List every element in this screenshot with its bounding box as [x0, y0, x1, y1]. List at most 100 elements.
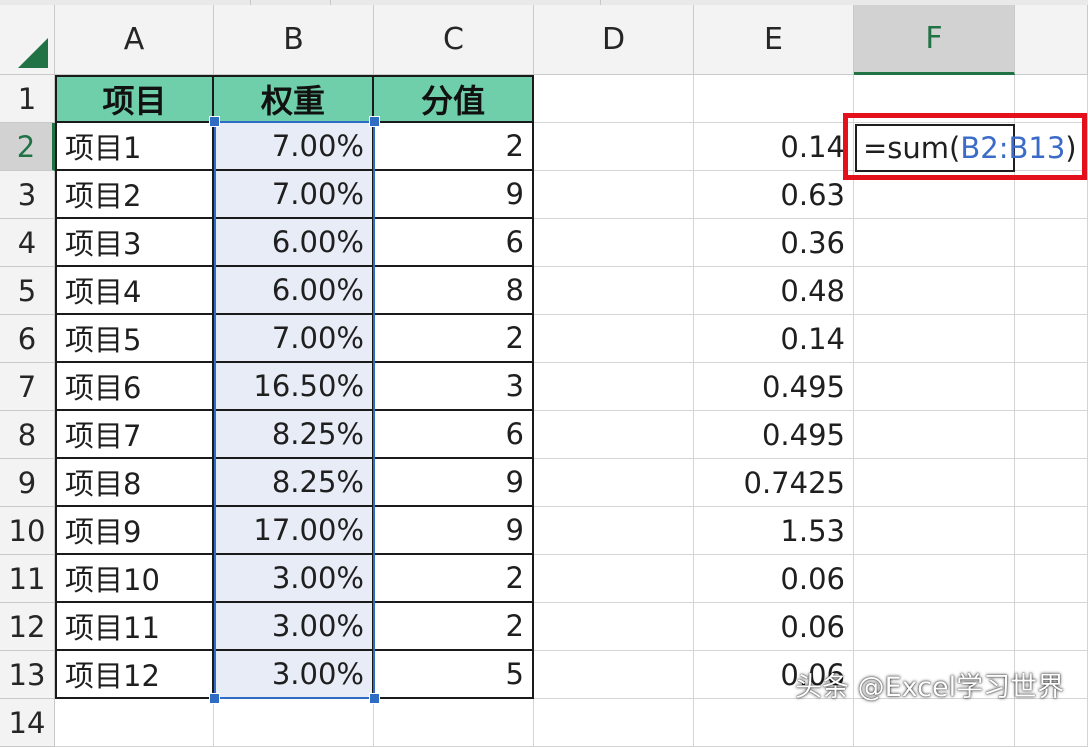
cell-b9[interactable]: 8.25% [214, 459, 374, 507]
cell-d8[interactable] [534, 411, 694, 459]
cell-f14[interactable] [854, 699, 1015, 747]
cell-b4[interactable]: 6.00% [214, 219, 374, 267]
cell-d3[interactable] [534, 171, 694, 219]
column-header-g[interactable] [1015, 5, 1088, 75]
cell-f3[interactable] [854, 171, 1015, 219]
cell-d7[interactable] [534, 363, 694, 411]
cell-e1[interactable] [694, 75, 854, 123]
cell-g3[interactable] [1015, 171, 1088, 219]
cell-d2[interactable] [534, 123, 694, 171]
cell-a12[interactable]: 项目11 [55, 603, 214, 651]
column-header-c[interactable]: C [374, 5, 534, 75]
row-header-4[interactable]: 4 [0, 219, 55, 267]
column-header-f[interactable]: F [854, 5, 1015, 75]
cell-c3[interactable]: 9 [374, 171, 534, 219]
cell-c13[interactable]: 5 [374, 651, 534, 699]
column-header-a[interactable]: A [55, 5, 214, 75]
cell-e8[interactable]: 0.495 [694, 411, 854, 459]
cell-d13[interactable] [534, 651, 694, 699]
cell-b14[interactable] [214, 699, 374, 747]
cell-a10[interactable]: 项目9 [55, 507, 214, 555]
cell-a2[interactable]: 项目1 [55, 123, 214, 171]
cell-c7[interactable]: 3 [374, 363, 534, 411]
row-header-11[interactable]: 11 [0, 555, 55, 603]
cell-g11[interactable] [1015, 555, 1088, 603]
cell-f11[interactable] [854, 555, 1015, 603]
header-cell-c1[interactable]: 分值 [374, 75, 534, 123]
cell-d9[interactable] [534, 459, 694, 507]
header-cell-a1[interactable]: 项目 [55, 75, 214, 123]
selection-handle-bottom-right[interactable] [369, 693, 380, 704]
cell-g9[interactable] [1015, 459, 1088, 507]
cell-b12[interactable]: 3.00% [214, 603, 374, 651]
cell-f7[interactable] [854, 363, 1015, 411]
cell-d10[interactable] [534, 507, 694, 555]
cell-c11[interactable]: 2 [374, 555, 534, 603]
column-header-e[interactable]: E [694, 5, 854, 75]
cell-b6[interactable]: 7.00% [214, 315, 374, 363]
cell-f4[interactable] [854, 219, 1015, 267]
cell-e12[interactable]: 0.06 [694, 603, 854, 651]
header-cell-b1[interactable]: 权重 [214, 75, 374, 123]
cell-g10[interactable] [1015, 507, 1088, 555]
selection-handle-top-left[interactable] [209, 116, 220, 127]
cell-c6[interactable]: 2 [374, 315, 534, 363]
cell-a13[interactable]: 项目12 [55, 651, 214, 699]
select-all-button[interactable] [0, 5, 55, 75]
cell-e5[interactable]: 0.48 [694, 267, 854, 315]
cell-d14[interactable] [534, 699, 694, 747]
cell-a7[interactable]: 项目6 [55, 363, 214, 411]
cell-e4[interactable]: 0.36 [694, 219, 854, 267]
cell-g1[interactable] [1015, 75, 1088, 123]
row-header-14[interactable]: 14 [0, 699, 55, 747]
row-header-6[interactable]: 6 [0, 315, 55, 363]
cell-a6[interactable]: 项目5 [55, 315, 214, 363]
cell-b3[interactable]: 7.00% [214, 171, 374, 219]
row-header-5[interactable]: 5 [0, 267, 55, 315]
row-header-8[interactable]: 8 [0, 411, 55, 459]
cell-d6[interactable] [534, 315, 694, 363]
cell-c4[interactable]: 6 [374, 219, 534, 267]
cell-d12[interactable] [534, 603, 694, 651]
cell-a4[interactable]: 项目3 [55, 219, 214, 267]
cell-f9[interactable] [854, 459, 1015, 507]
cell-e11[interactable]: 0.06 [694, 555, 854, 603]
row-header-7[interactable]: 7 [0, 363, 55, 411]
cell-d1[interactable] [534, 75, 694, 123]
cell-c8[interactable]: 6 [374, 411, 534, 459]
cell-f12[interactable] [854, 603, 1015, 651]
cell-a14[interactable] [55, 699, 214, 747]
cell-g7[interactable] [1015, 363, 1088, 411]
cell-f5[interactable] [854, 267, 1015, 315]
cell-b10[interactable]: 17.00% [214, 507, 374, 555]
cell-g14[interactable] [1015, 699, 1088, 747]
column-header-d[interactable]: D [534, 5, 694, 75]
cell-a3[interactable]: 项目2 [55, 171, 214, 219]
cell-a11[interactable]: 项目10 [55, 555, 214, 603]
row-header-1[interactable]: 1 [0, 75, 55, 123]
cell-g4[interactable] [1015, 219, 1088, 267]
cell-b5[interactable]: 6.00% [214, 267, 374, 315]
cell-f10[interactable] [854, 507, 1015, 555]
cell-b7[interactable]: 16.50% [214, 363, 374, 411]
row-header-13[interactable]: 13 [0, 651, 55, 699]
cell-e9[interactable]: 0.7425 [694, 459, 854, 507]
row-header-9[interactable]: 9 [0, 459, 55, 507]
cell-d11[interactable] [534, 555, 694, 603]
cell-e7[interactable]: 0.495 [694, 363, 854, 411]
cell-c10[interactable]: 9 [374, 507, 534, 555]
cell-b2[interactable]: 7.00% [214, 123, 374, 171]
cell-c12[interactable]: 2 [374, 603, 534, 651]
row-header-10[interactable]: 10 [0, 507, 55, 555]
selection-handle-bottom-left[interactable] [209, 693, 220, 704]
cell-b11[interactable]: 3.00% [214, 555, 374, 603]
cell-c9[interactable]: 9 [374, 459, 534, 507]
cell-f2-formula-editor[interactable]: =sum(B2:B13) [855, 124, 1077, 172]
column-header-b[interactable]: B [214, 5, 374, 75]
cell-c2[interactable]: 2 [374, 123, 534, 171]
row-header-3[interactable]: 3 [0, 171, 55, 219]
cell-c5[interactable]: 8 [374, 267, 534, 315]
cell-g6[interactable] [1015, 315, 1088, 363]
cell-e6[interactable]: 0.14 [694, 315, 854, 363]
cell-g12[interactable] [1015, 603, 1088, 651]
